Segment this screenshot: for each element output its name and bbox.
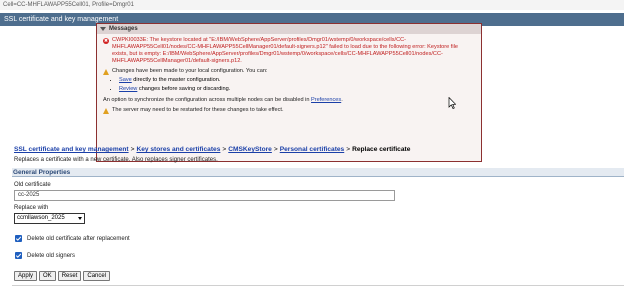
messages-header-label: Messages: [109, 26, 138, 32]
error-message: ✖ CWPKI0033E: The keystore located at "E…: [103, 37, 475, 65]
context-bar: Cell=CC-MHFLAWAPP55Cell01, Profile=Dmgr0…: [0, 0, 624, 10]
save-link[interactable]: Save: [119, 77, 132, 83]
list-item: Save directly to the master configuratio…: [119, 77, 475, 84]
mouse-cursor-icon: [448, 97, 456, 109]
breadcrumb-separator: >: [130, 146, 135, 153]
delete-old-certificate-label: Delete old certificate after replacement: [27, 236, 130, 242]
breadcrumb-cmskeystore-link[interactable]: CMSKeyStore: [228, 146, 272, 153]
checkmark-icon: [15, 236, 22, 241]
changes-warning: Changes have been made to your local con…: [103, 68, 475, 75]
breadcrumb-separator: >: [222, 146, 227, 153]
divider: [12, 285, 624, 286]
replace-with-label: Replace with: [14, 205, 49, 211]
list-item: Review changes before saving or discardi…: [119, 86, 475, 93]
breadcrumb-current: Replace certificate: [352, 146, 411, 153]
checkmark-icon: [15, 253, 22, 258]
breadcrumb-personal-certs-link[interactable]: Personal certificates: [280, 146, 345, 153]
breadcrumb-keystores-link[interactable]: Key stores and certificates: [136, 146, 220, 153]
warning-icon: [103, 69, 109, 75]
review-rest-text: changes before saving or discarding.: [137, 86, 231, 92]
general-properties-header: General Properties: [12, 168, 624, 177]
chevron-down-icon: [78, 217, 82, 220]
save-rest-text: directly to the master configuration.: [131, 77, 221, 83]
review-link[interactable]: Review: [119, 86, 137, 92]
old-certificate-field[interactable]: cc-2025: [14, 190, 395, 201]
collapse-icon[interactable]: [100, 27, 106, 31]
old-certificate-label: Old certificate: [14, 182, 51, 188]
breadcrumb-ssl-link[interactable]: SSL certificate and key management: [14, 146, 129, 153]
delete-old-signers-checkbox[interactable]: [15, 252, 22, 259]
changes-options-list: Save directly to the master configuratio…: [119, 77, 475, 93]
button-row: Apply OK Reset Cancel: [14, 271, 111, 281]
page-description: Replaces a certificate with a new certif…: [14, 157, 218, 163]
sync-note-text: An option to synchronize the configurati…: [103, 97, 312, 103]
cancel-button[interactable]: Cancel: [83, 271, 111, 281]
warning-icon: [103, 108, 109, 114]
restart-warning-text: The server may need to be restarted for …: [112, 107, 284, 113]
delete-old-certificate-checkbox[interactable]: [15, 235, 22, 242]
sync-note: An option to synchronize the configurati…: [103, 97, 475, 104]
breadcrumb-separator: >: [346, 146, 351, 153]
replace-with-value: ccmllawson_2025: [17, 215, 65, 221]
ok-button[interactable]: OK: [39, 271, 56, 281]
messages-panel: Messages ✖ CWPKI0033E: The keystore loca…: [96, 23, 482, 162]
app-root: Cell=CC-MHFLAWAPP55Cell01, Profile=Dmgr0…: [0, 0, 624, 306]
replace-with-select[interactable]: ccmllawson_2025: [14, 213, 85, 224]
messages-header[interactable]: Messages: [97, 24, 481, 34]
breadcrumb-separator: >: [273, 146, 278, 153]
delete-old-signers-label: Delete old signers: [27, 253, 76, 259]
error-message-text: CWPKI0033E: The keystore located at "E:/…: [112, 37, 458, 64]
apply-button[interactable]: Apply: [14, 271, 38, 281]
error-icon: ✖: [103, 38, 109, 44]
changes-intro-text: Changes have been made to your local con…: [112, 68, 268, 74]
sync-note-end: .: [341, 97, 343, 103]
reset-button[interactable]: Reset: [57, 271, 82, 281]
messages-body: ✖ CWPKI0033E: The keystore located at "E…: [97, 34, 481, 114]
preferences-link[interactable]: Preferences: [311, 97, 341, 103]
restart-warning: The server may need to be restarted for …: [103, 107, 475, 114]
breadcrumb: SSL certificate and key management > Key s…: [14, 146, 410, 153]
